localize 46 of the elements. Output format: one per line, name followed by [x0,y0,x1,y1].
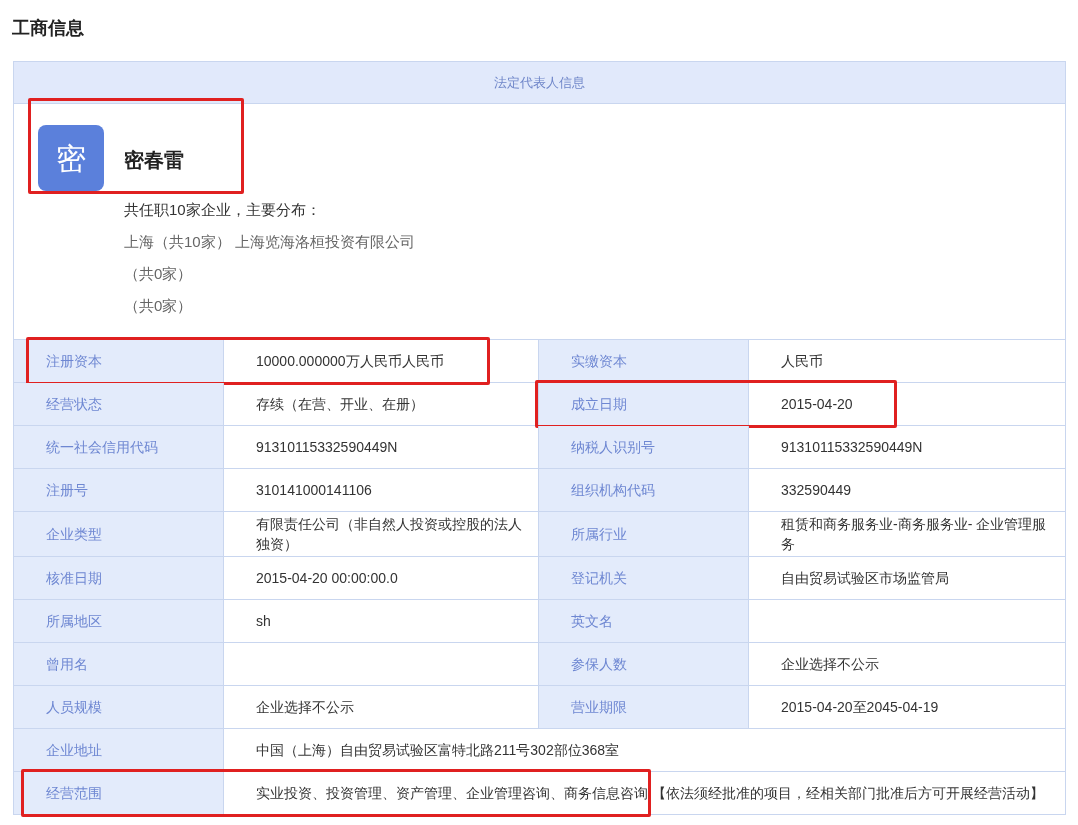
distribution-line: （共0家） [124,296,194,316]
field-value: sh [256,612,271,631]
field-value: 2015-04-20至2045-04-19 [781,698,939,717]
field-label: 参保人数 [539,643,749,685]
section-title: 工商信息 [12,17,85,40]
field-label: 注册资本 [14,340,224,382]
person-name: 密春雷 [124,148,184,173]
field-value: 91310115332590449N [781,438,923,457]
field-value: 10000.000000万人民币人民币 [256,352,444,371]
field-value: 2015-04-20 [781,395,853,414]
field-label: 企业类型 [14,512,224,556]
field-value: 332590449 [781,481,852,500]
field-label: 核准日期 [14,557,224,599]
field-label: 营业期限 [539,686,749,728]
field-label: 经营范围 [14,772,224,814]
field-value: 人民币 [781,352,823,371]
summary-text: 共任职10家企业，主要分布： [124,200,322,220]
field-label: 登记机关 [539,557,749,599]
field-value: 自由贸易试验区市场监管局 [781,569,949,588]
field-value: 租赁和商务服务业-商务服务业- 企业管理服务 [781,515,1048,554]
field-label: 经营状态 [14,383,224,425]
field-label: 所属地区 [14,600,224,642]
field-label: 曾用名 [14,643,224,685]
field-value: 企业选择不公示 [256,698,354,717]
field-label: 成立日期 [539,383,749,425]
field-label: 企业地址 [14,729,224,771]
field-value: 310141000141106 [256,481,372,500]
distribution-line: （共0家） [124,264,194,284]
field-value: 有限责任公司（非自然人投资或控股的法人独资） [256,515,523,554]
field-label: 英文名 [539,600,749,642]
distribution-line: 上海（共10家） 上海览海洛桓投资有限公司 [124,232,416,252]
field-label: 注册号 [14,469,224,511]
field-label: 人员规模 [14,686,224,728]
field-label: 组织机构代码 [539,469,749,511]
field-label: 统一社会信用代码 [14,426,224,468]
field-label: 纳税人识别号 [539,426,749,468]
field-label: 实缴资本 [539,340,749,382]
field-value: 存续（在营、开业、在册） [256,395,424,414]
field-value: 中国（上海）自由贸易试验区富特北路211号302部位368室 [256,741,620,760]
field-value: 实业投资、投资管理、资产管理、企业管理咨询、商务信息咨询 【依法须经批准的项目，经相关部门批准后方可开展经营活动】 [256,784,1044,803]
field-value: 91310115332590449N [256,438,398,457]
section-header: 法定代表人信息 [14,62,1065,104]
field-value: 2015-04-20 00:00:00.0 [256,569,398,588]
field-value: 企业选择不公示 [781,655,879,674]
field-label: 所属行业 [539,512,749,556]
avatar: 密 [38,125,104,191]
